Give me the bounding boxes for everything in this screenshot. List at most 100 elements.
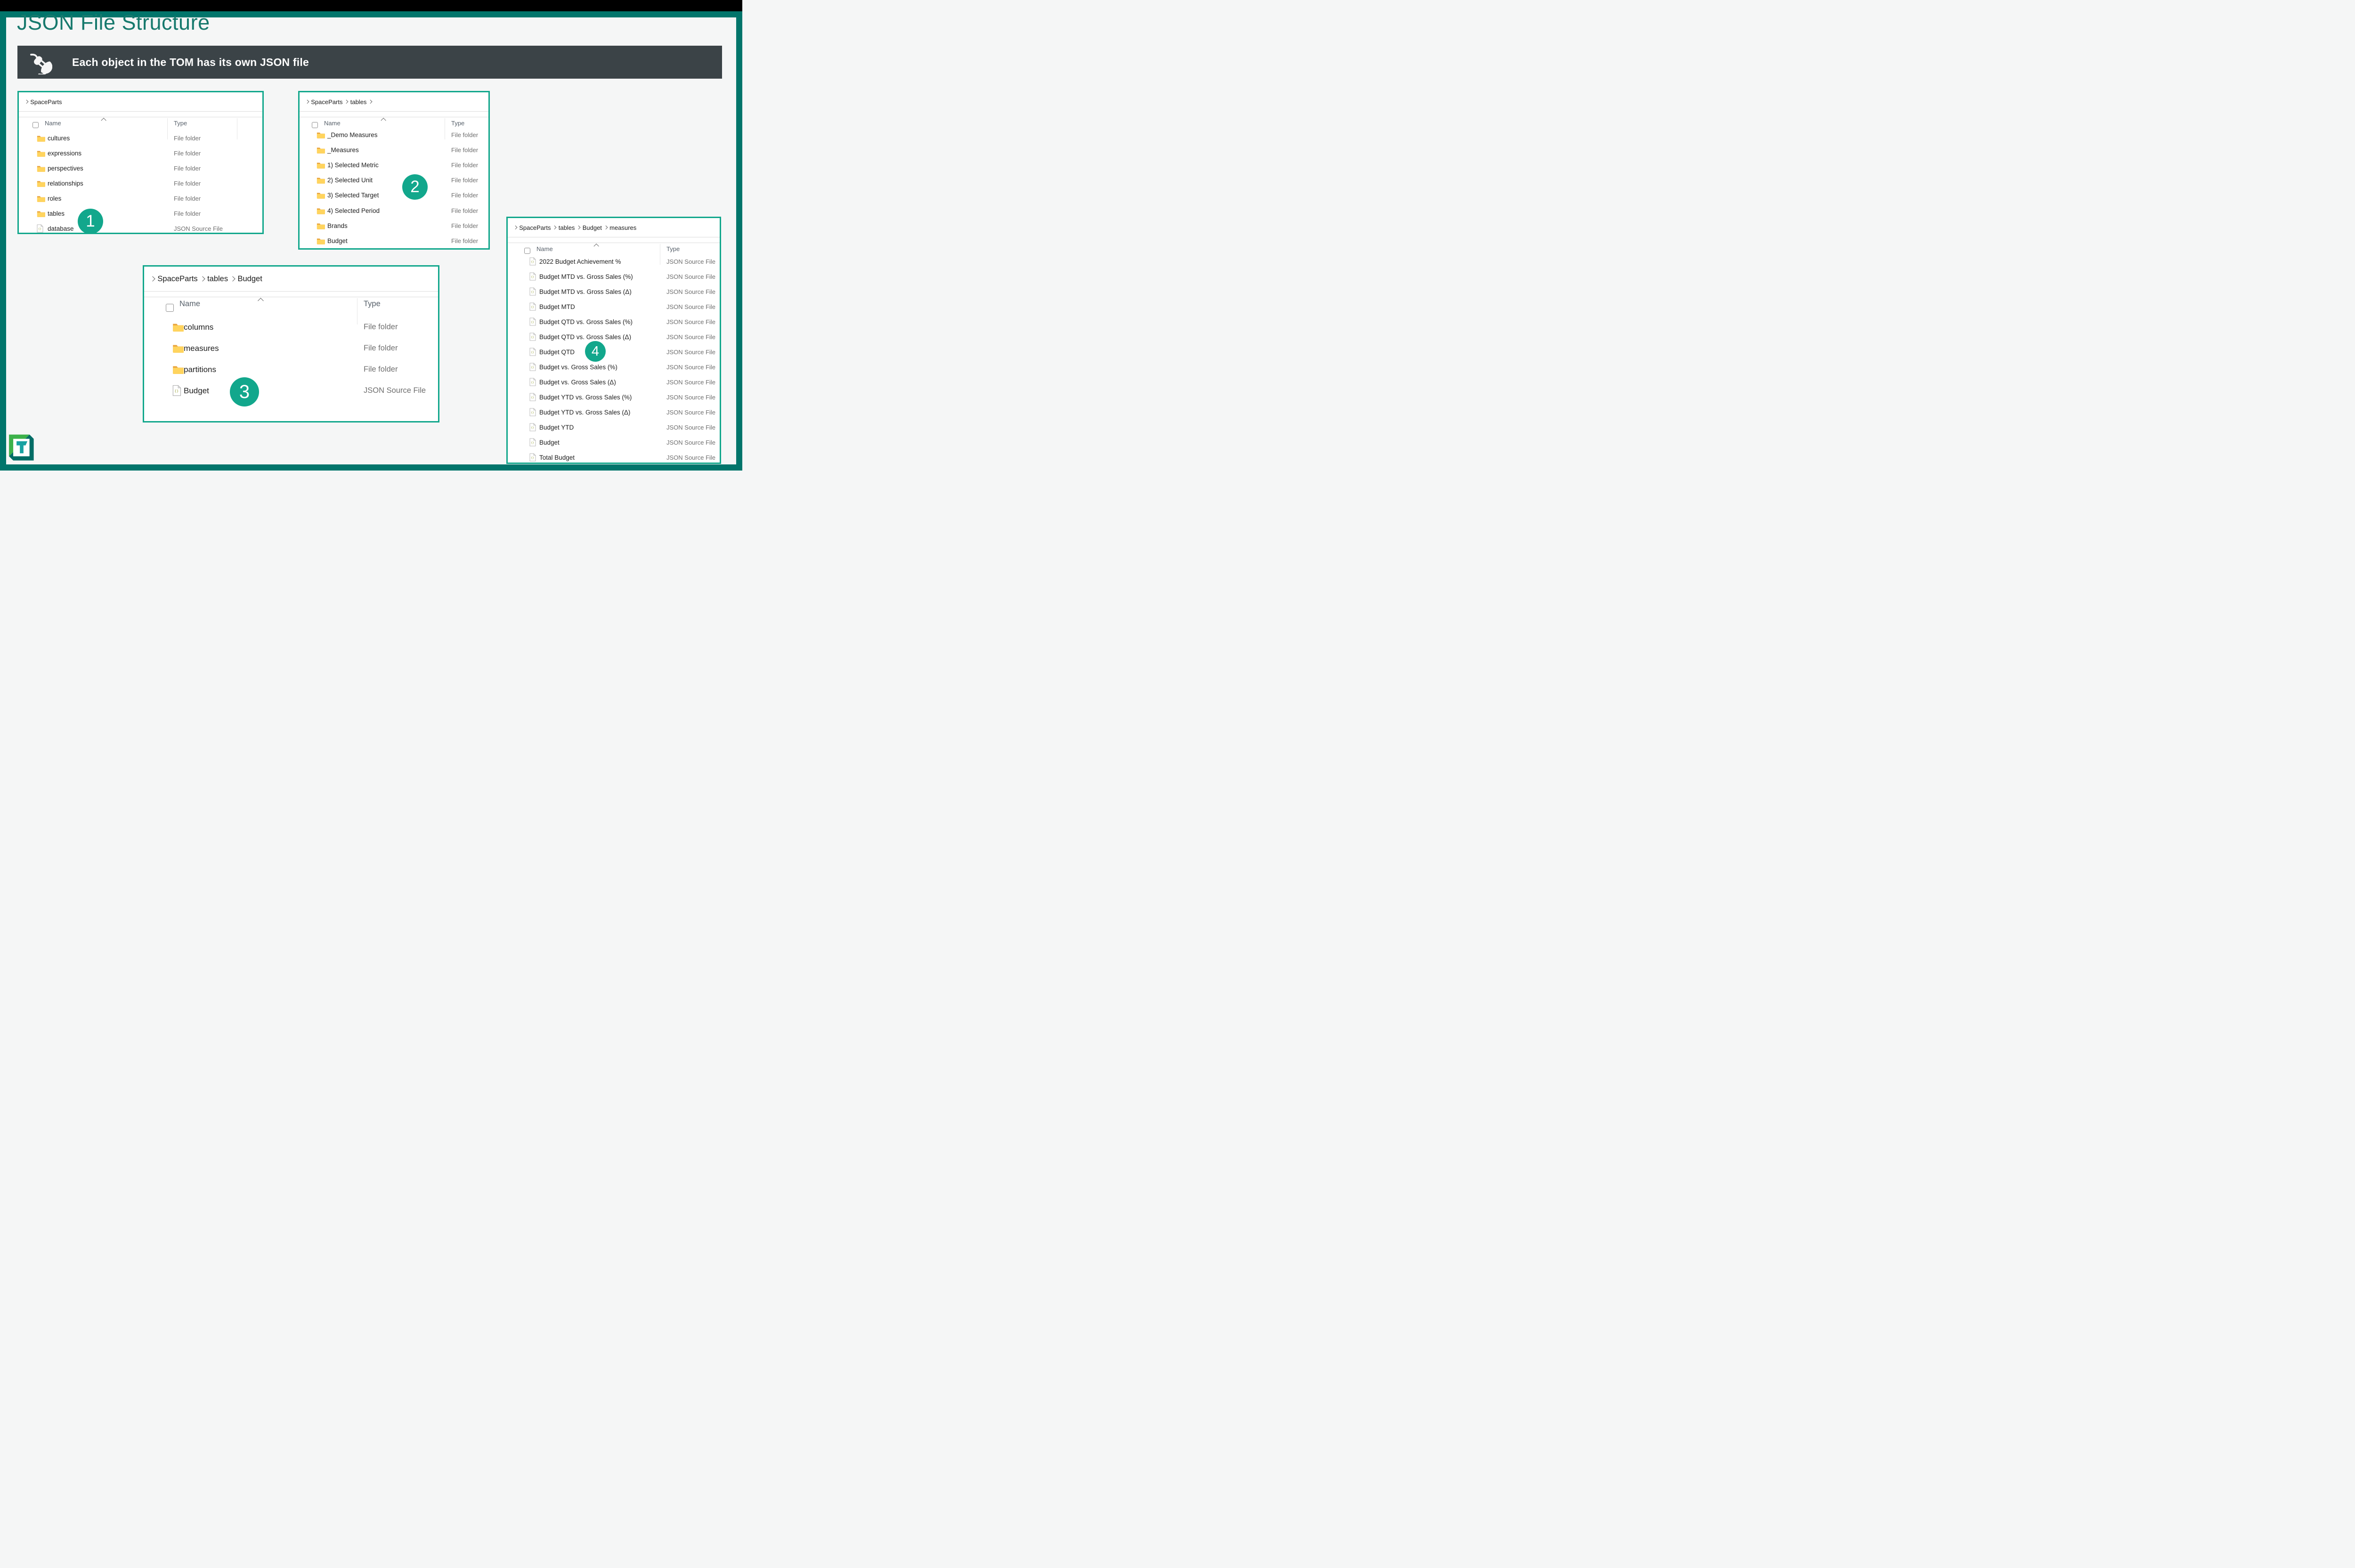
folder-icon-holder [317, 233, 325, 248]
breadcrumb-item[interactable]: measures [609, 224, 636, 231]
svg-text:{}: {} [531, 276, 534, 279]
table-row[interactable]: Budget File folder [300, 233, 488, 248]
file-name: Budget YTD vs. Gross Sales (Δ) [539, 408, 631, 416]
select-all-checkbox[interactable] [166, 303, 174, 312]
breadcrumb-item[interactable]: tables [559, 224, 575, 231]
table-row[interactable]: {} Budget JSON Source File [144, 380, 438, 401]
breadcrumb-item[interactable]: SpaceParts [311, 98, 342, 106]
folder-icon-holder [317, 127, 325, 142]
table-row[interactable]: tables File folder [19, 206, 262, 221]
json-file-icon: {} [529, 423, 536, 431]
table-row[interactable]: 3) Selected Target File folder [300, 188, 488, 203]
table-row[interactable]: _Measures File folder [300, 142, 488, 157]
table-row[interactable]: Brands File folder [300, 218, 488, 233]
file-type: File folder [451, 161, 479, 169]
json-file-icon-holder: {} [529, 374, 536, 390]
svg-text:{}: {} [531, 442, 534, 445]
type-column-header[interactable]: Type [666, 245, 680, 252]
json-file-icon: {} [529, 287, 536, 296]
name-column-header[interactable]: Name [324, 120, 341, 127]
select-all-checkbox[interactable] [32, 122, 39, 128]
table-row[interactable]: 4) Selected Period File folder [300, 203, 488, 218]
table-row[interactable]: expressions File folder [19, 146, 262, 161]
table-row[interactable]: {} Budget YTD JSON Source File [508, 420, 720, 435]
breadcrumb-item[interactable]: Budget [238, 275, 262, 284]
breadcrumb-item[interactable]: SpaceParts [30, 98, 62, 106]
type-column-header[interactable]: Type [174, 120, 187, 127]
file-name: 3) Selected Target [327, 192, 379, 199]
divider [19, 111, 262, 112]
table-row[interactable]: {} Budget YTD vs. Gross Sales (Δ) JSON Sou… [508, 405, 720, 420]
svg-text:{}: {} [531, 291, 534, 294]
file-type: File folder [451, 237, 479, 244]
file-type: File folder [174, 164, 201, 172]
table-row[interactable]: {} Budget MTD vs. Gross Sales (Δ) JSON Sou… [508, 284, 720, 299]
file-type: File folder [364, 344, 398, 352]
name-column-header[interactable]: Name [45, 120, 61, 127]
table-row[interactable]: perspectives File folder [19, 161, 262, 176]
file-type: JSON Source File [666, 348, 716, 356]
folder-icon [317, 132, 325, 138]
slide-top-edge [0, 0, 742, 11]
table-row[interactable]: partitions File folder [144, 359, 438, 380]
table-row[interactable]: 2) Selected Unit File folder [300, 173, 488, 188]
table-row[interactable]: relationships File folder [19, 176, 262, 191]
json-file-icon-holder: {} [37, 221, 43, 236]
table-row[interactable]: {} Budget QTD vs. Gross Sales (Δ) JSON Sou… [508, 329, 720, 344]
table-row[interactable]: {} Budget vs. Gross Sales (%) JSON Source … [508, 359, 720, 374]
folder-icon [37, 151, 45, 157]
json-file-icon-holder: {} [529, 254, 536, 269]
table-row[interactable]: {} Budget vs. Gross Sales (Δ) JSON Source … [508, 374, 720, 390]
folder-icon-holder [317, 203, 325, 218]
step-badge-3: 3 [230, 377, 259, 406]
breadcrumb: SpaceParts tables Budget measures [512, 218, 636, 237]
table-row[interactable]: cultures File folder [19, 130, 262, 146]
file-type: JSON Source File [666, 318, 716, 325]
table-row[interactable]: roles File folder [19, 191, 262, 206]
file-type: JSON Source File [666, 363, 716, 371]
file-type: File folder [364, 323, 398, 331]
json-file-icon-holder: {} [529, 344, 536, 359]
folder-icon [173, 366, 184, 374]
plug-icon [30, 54, 52, 74]
table-row[interactable]: {} 2022 Budget Achievement % JSON Source F… [508, 254, 720, 269]
folder-icon [37, 136, 45, 142]
chevron-right-icon [577, 225, 581, 230]
file-type: File folder [174, 149, 201, 157]
breadcrumb-item[interactable]: SpaceParts [519, 224, 551, 231]
file-type: JSON Source File [666, 288, 716, 295]
table-row[interactable]: {} Budget MTD JSON Source File [508, 299, 720, 314]
table-row[interactable]: _Demo Measures File folder [300, 127, 488, 142]
table-row[interactable]: measures File folder [144, 338, 438, 359]
divider [144, 291, 438, 292]
type-column-header[interactable]: Type [364, 300, 381, 309]
breadcrumb-item[interactable]: Budget [583, 224, 602, 231]
table-row[interactable]: columns File folder [144, 317, 438, 338]
table-row[interactable]: {} Budget QTD JSON Source File [508, 344, 720, 359]
select-all-checkbox[interactable] [524, 247, 530, 254]
file-name: Budget YTD [539, 423, 574, 431]
breadcrumb-item[interactable]: tables [350, 98, 367, 106]
file-name: Budget QTD [539, 348, 575, 356]
table-row[interactable]: {} Total Budget JSON Source File [508, 450, 720, 465]
table-row[interactable]: {} database JSON Source File [19, 221, 262, 236]
table-row[interactable]: {} Budget MTD vs. Gross Sales (%) JSON Sou… [508, 269, 720, 284]
breadcrumb-item[interactable]: SpaceParts [157, 275, 197, 284]
sort-ascending-icon [381, 118, 386, 123]
breadcrumb-item[interactable]: tables [207, 275, 228, 284]
chevron-right-icon [368, 99, 373, 104]
table-row[interactable]: {} Budget YTD vs. Gross Sales (%) JSON Sou… [508, 390, 720, 405]
file-name: Brands [327, 222, 348, 229]
json-file-icon: {} [529, 438, 536, 447]
table-row[interactable]: 1) Selected Metric File folder [300, 157, 488, 172]
name-column-header[interactable]: Name [179, 300, 200, 309]
name-column-header[interactable]: Name [536, 245, 553, 252]
table-row[interactable]: {} Budget JSON Source File [508, 435, 720, 450]
table-row[interactable]: {} Budget QTD vs. Gross Sales (%) JSON Sou… [508, 314, 720, 329]
chevron-right-icon [230, 276, 236, 282]
file-type: JSON Source File [666, 423, 716, 431]
svg-text:{}: {} [174, 389, 179, 393]
breadcrumb: SpaceParts tables [303, 92, 374, 111]
type-column-header[interactable]: Type [451, 120, 464, 127]
file-type: File folder [451, 131, 479, 138]
